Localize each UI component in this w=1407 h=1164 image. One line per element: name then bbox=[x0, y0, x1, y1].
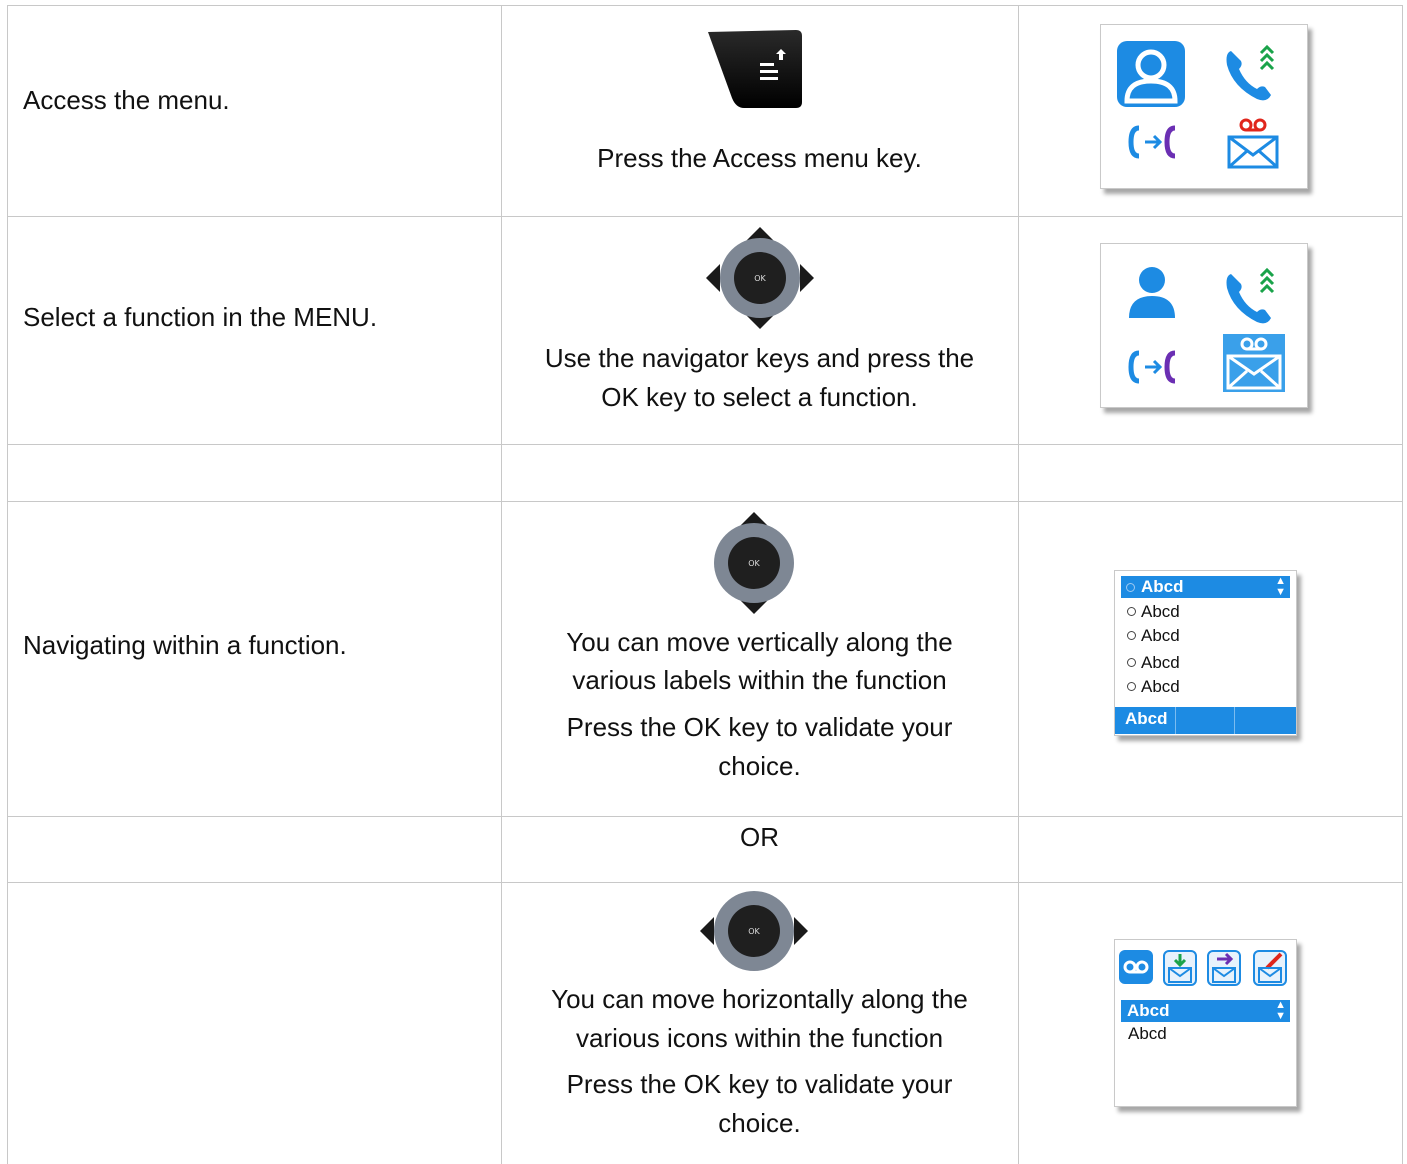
navigator-vertical-icon: OK bbox=[714, 512, 794, 614]
instruction-text: OK key to select a function. bbox=[601, 382, 918, 412]
instruction-text: You can move vertically along the bbox=[566, 627, 953, 657]
action-cell: Access the menu. bbox=[7, 6, 501, 216]
validate-text: choice. bbox=[718, 751, 801, 781]
navigator-key-icon: OK bbox=[706, 227, 814, 329]
softkey-label[interactable]: Abcd bbox=[1125, 707, 1176, 734]
validate-text: Press the OK key to validate your bbox=[566, 712, 953, 742]
contact-icon bbox=[1129, 267, 1175, 318]
column-divider bbox=[501, 5, 502, 1164]
selected-list-item[interactable]: Abcd ▲ ▼ bbox=[1121, 576, 1290, 598]
phone-screen-menu-selected bbox=[1100, 243, 1308, 408]
radio-icon bbox=[1127, 607, 1136, 616]
forward-mail-icon[interactable] bbox=[1207, 950, 1241, 986]
screen-cell: Abcd ▲ ▼ Abcd bbox=[1018, 883, 1403, 1164]
instruction-text: You can move horizontally along the bbox=[551, 984, 968, 1014]
action-cell bbox=[7, 883, 501, 1164]
list-item[interactable]: Abcd bbox=[1128, 1023, 1167, 1045]
phone-screen-menu bbox=[1100, 24, 1308, 189]
action-label: Navigating within a function. bbox=[23, 630, 347, 660]
list-item-label: Abcd bbox=[1127, 1001, 1170, 1020]
voicemail-icon bbox=[1227, 118, 1279, 169]
column-divider bbox=[1018, 5, 1019, 1164]
validate-text: choice. bbox=[718, 1108, 801, 1138]
action-label: Select a function in the MENU. bbox=[23, 302, 378, 332]
table-row-empty bbox=[7, 444, 1403, 501]
ok-label: OK bbox=[748, 927, 760, 936]
selected-list-item[interactable]: Abcd ▲ ▼ bbox=[1121, 1000, 1290, 1022]
radio-icon bbox=[1127, 658, 1136, 667]
screen-cell bbox=[1018, 6, 1403, 216]
list-item[interactable]: Abcd bbox=[1127, 601, 1180, 623]
ok-label: OK bbox=[754, 274, 766, 283]
screen-cell bbox=[1018, 217, 1403, 444]
compose-mail-icon[interactable] bbox=[1253, 950, 1287, 986]
instruction-table: Access the menu. Press the Access menu k… bbox=[7, 5, 1403, 1164]
table-row: Access the menu. Press the Access menu k… bbox=[7, 5, 1403, 216]
phone-screen-tabs: Abcd ▲ ▼ Abcd bbox=[1114, 939, 1297, 1107]
phone-screen-list: Abcd ▲ ▼ Abcd Abcd Abcd Abcd Abcd bbox=[1114, 570, 1297, 736]
inbox-icon[interactable] bbox=[1163, 950, 1197, 986]
table-row-separator: OR bbox=[7, 816, 1403, 882]
or-separator: OR bbox=[740, 822, 779, 852]
instruction-text: Press the Access menu key. bbox=[597, 143, 922, 173]
instruction-cell: OK Use the navigator keys and press the … bbox=[501, 217, 1018, 444]
table-border-left bbox=[7, 5, 8, 1164]
updown-arrows-icon: ▲ ▼ bbox=[1275, 575, 1286, 598]
instruction-cell: OK You can move vertically along the var… bbox=[501, 502, 1018, 816]
radio-icon bbox=[1127, 682, 1136, 691]
radio-icon bbox=[1127, 631, 1136, 640]
action-cell: Navigating within a function. bbox=[7, 502, 501, 816]
validate-text: Press the OK key to validate your bbox=[566, 1069, 953, 1099]
transfer-icon bbox=[1128, 350, 1176, 384]
action-cell: Select a function in the MENU. bbox=[7, 217, 501, 444]
softkey-bar: Abcd bbox=[1115, 707, 1296, 734]
ok-label: OK bbox=[748, 559, 760, 568]
updown-arrows-icon: ▲ ▼ bbox=[1275, 999, 1286, 1022]
access-menu-key-icon bbox=[708, 30, 802, 108]
screen-cell: Abcd ▲ ▼ Abcd Abcd Abcd Abcd Abcd bbox=[1018, 502, 1403, 816]
instruction-cell: OK You can move horizontally along the v… bbox=[501, 883, 1018, 1164]
softkey-empty[interactable] bbox=[1175, 707, 1235, 734]
list-item[interactable]: Abcd bbox=[1127, 652, 1180, 674]
instruction-text: various labels within the function bbox=[572, 665, 947, 695]
navigator-horizontal-icon: OK bbox=[700, 891, 808, 971]
instruction-cell: Press the Access menu key. bbox=[501, 6, 1018, 216]
radio-icon bbox=[1126, 583, 1135, 592]
call-log-icon bbox=[1226, 267, 1275, 324]
instruction-text: various icons within the function bbox=[575, 1023, 944, 1053]
instruction-text: Use the navigator keys and press the bbox=[544, 343, 975, 373]
list-item[interactable]: Abcd bbox=[1127, 676, 1180, 698]
transfer-icon bbox=[1128, 125, 1176, 159]
list-item-label: Abcd bbox=[1141, 577, 1184, 596]
table-border-right bbox=[1402, 5, 1403, 1164]
voicemail-tab-icon[interactable] bbox=[1119, 950, 1153, 984]
list-item[interactable]: Abcd bbox=[1127, 625, 1180, 647]
action-label: Access the menu. bbox=[23, 85, 230, 115]
call-log-icon bbox=[1226, 44, 1275, 101]
table-row: Navigating within a function. OK You can… bbox=[7, 501, 1403, 816]
table-row: Select a function in the MENU. OK Use th… bbox=[7, 216, 1403, 444]
table-row: OK You can move horizontally along the v… bbox=[7, 882, 1403, 1164]
separator-cell: OR bbox=[501, 817, 1018, 882]
voicemail-icon-selected bbox=[1223, 334, 1285, 392]
contact-icon bbox=[1117, 41, 1185, 107]
